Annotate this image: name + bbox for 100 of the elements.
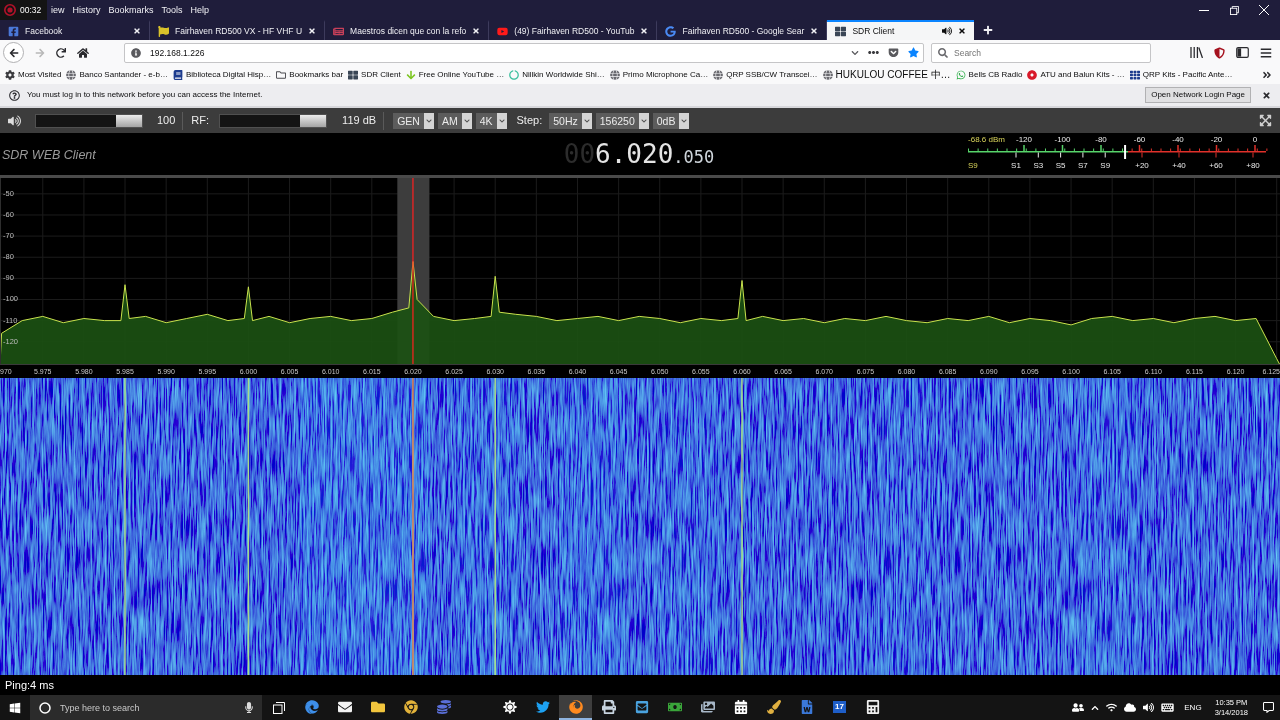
- frequency-display: 6.020: [595, 141, 674, 167]
- rf-label: RF:: [191, 115, 210, 126]
- scale-label: S9: [1100, 162, 1111, 170]
- bookmark-item[interactable]: Free Online YouTube …: [405, 69, 505, 80]
- taskbar-search-field[interactable]: Type here to search: [60, 698, 236, 717]
- home-icon[interactable]: [77, 46, 89, 59]
- volume-slider[interactable]: [35, 113, 143, 128]
- back-button[interactable]: [3, 42, 24, 63]
- pouch-icon[interactable]: [888, 47, 899, 58]
- fullscreen-icon[interactable]: [1259, 114, 1272, 127]
- bookmark-item[interactable]: Primo Microphone Ca…: [609, 69, 709, 80]
- menu-item[interactable]: Bookmarks: [104, 5, 158, 15]
- record-icon: [4, 4, 16, 16]
- people-icon[interactable]: [1072, 702, 1085, 713]
- close-icon[interactable]: [1259, 5, 1269, 15]
- keyboard-icon[interactable]: [1161, 702, 1175, 713]
- browser-tab[interactable]: SDR Client: [827, 20, 975, 40]
- play-logo-icon: [497, 25, 509, 37]
- chevron-up-icon[interactable]: [1091, 703, 1100, 712]
- folder-icon: [276, 69, 287, 80]
- menu-item[interactable]: Help: [186, 5, 214, 15]
- info-icon[interactable]: [131, 47, 141, 58]
- bird-icon: [535, 699, 550, 714]
- bookmark-item[interactable]: Biblioteca Digital Hisp…: [172, 69, 272, 80]
- bookmark-item[interactable]: SDR Client: [348, 69, 401, 80]
- bookmark-item[interactable]: Banco Santander - e-b…: [66, 69, 168, 80]
- menu-item[interactable]: iew: [47, 5, 69, 15]
- arrow-down-icon: [405, 69, 416, 80]
- library-icon[interactable]: [1190, 47, 1203, 58]
- dropdown[interactable]: 0dB: [652, 112, 690, 129]
- menu-item[interactable]: History: [68, 5, 105, 15]
- dropdown[interactable]: 4K: [475, 112, 507, 129]
- menu-icon[interactable]: [1260, 46, 1272, 59]
- login-page-button[interactable]: Open Network Login Page: [1145, 87, 1251, 103]
- close-icon[interactable]: [1262, 90, 1271, 100]
- close-icon[interactable]: [958, 27, 967, 35]
- cloud-icon[interactable]: [1124, 702, 1137, 713]
- taskbar-button[interactable]: 17: [823, 695, 856, 720]
- signal-reading: -68.6 dBm: [968, 136, 1005, 144]
- close-icon[interactable]: [640, 27, 649, 35]
- plus-icon[interactable]: [983, 25, 994, 35]
- chevron-down-icon: [425, 117, 432, 124]
- menu-item[interactable]: Tools: [157, 5, 187, 15]
- language-indicator[interactable]: ENG: [1184, 703, 1202, 712]
- close-icon[interactable]: [472, 27, 481, 35]
- bookmark-item[interactable]: Nillkin Worldwide Shi…: [509, 69, 605, 80]
- wifi-icon[interactable]: [1106, 702, 1118, 713]
- microphone-icon[interactable]: [245, 702, 253, 713]
- bookmark-item[interactable]: Bells CB Radio: [955, 69, 1023, 80]
- speaker-icon[interactable]: [942, 26, 953, 36]
- dropdown[interactable]: AM: [437, 112, 472, 129]
- scale-label: S1: [1011, 162, 1021, 170]
- star-icon[interactable]: [908, 47, 919, 58]
- shield-icon[interactable]: [1214, 46, 1225, 59]
- scale-label: S3: [1033, 162, 1044, 170]
- scale-label: -100: [1054, 136, 1071, 144]
- dropdown[interactable]: GEN: [393, 112, 434, 129]
- bookmark-item[interactable]: Most Visited: [5, 69, 62, 80]
- volume-icon[interactable]: [8, 114, 21, 127]
- close-icon[interactable]: [810, 27, 819, 35]
- search-icon: [938, 47, 948, 58]
- volume-icon[interactable]: [1143, 702, 1155, 713]
- chevron-down-icon: [498, 117, 505, 124]
- notification-icon[interactable]: [1263, 702, 1274, 713]
- search-field[interactable]: Search: [954, 44, 1144, 61]
- dropdown[interactable]: 50Hz: [549, 112, 592, 129]
- bookmark-item[interactable]: QRP Kits - Pacific Ante…: [1129, 69, 1233, 80]
- scale-label: +80: [1246, 162, 1260, 170]
- url-field[interactable]: 192.168.1.226: [150, 44, 842, 61]
- g-logo-icon: [665, 25, 677, 37]
- task-view-icon[interactable]: [272, 701, 285, 714]
- search-box[interactable]: Search: [931, 42, 1151, 63]
- chevron-down-icon[interactable]: [851, 48, 859, 57]
- restore-icon[interactable]: [1229, 5, 1239, 15]
- bookmark-item[interactable]: ATU and Balun Kits - …: [1027, 69, 1125, 80]
- chevron-down-icon: [681, 117, 688, 124]
- scale-label: -40: [1172, 136, 1184, 144]
- scale-label: S7: [1078, 162, 1088, 170]
- slider-thumb[interactable]: [300, 114, 327, 127]
- paintbrush-icon: [766, 699, 781, 714]
- bookmark-item[interactable]: QRP SSB/CW Transcei…: [713, 69, 818, 80]
- dropdown[interactable]: 156250: [595, 112, 649, 129]
- bookmark-item[interactable]: Bookmarks bar: [276, 69, 344, 80]
- calendar-icon: [733, 699, 748, 714]
- sidebar-icon[interactable]: [1236, 47, 1249, 58]
- address-bar[interactable]: 192.168.1.226: [124, 42, 924, 63]
- taskbar-search-box[interactable]: Type here to search: [30, 695, 262, 720]
- reload-icon[interactable]: [56, 47, 66, 58]
- grid-icon: [348, 69, 359, 80]
- slider-thumb[interactable]: [116, 114, 142, 127]
- rf-gain-slider[interactable]: [219, 113, 328, 128]
- book-icon: [172, 69, 183, 80]
- close-icon[interactable]: [308, 27, 317, 35]
- close-icon[interactable]: [133, 27, 141, 35]
- chevrons-right-icon[interactable]: [1262, 69, 1272, 80]
- gear-icon: [5, 69, 15, 80]
- bookmark-item[interactable]: HUKULOU COFFEE 中…: [822, 69, 951, 80]
- document-icon: [799, 699, 814, 714]
- start-icon[interactable]: [9, 701, 21, 714]
- minimize-icon[interactable]: [1199, 9, 1209, 11]
